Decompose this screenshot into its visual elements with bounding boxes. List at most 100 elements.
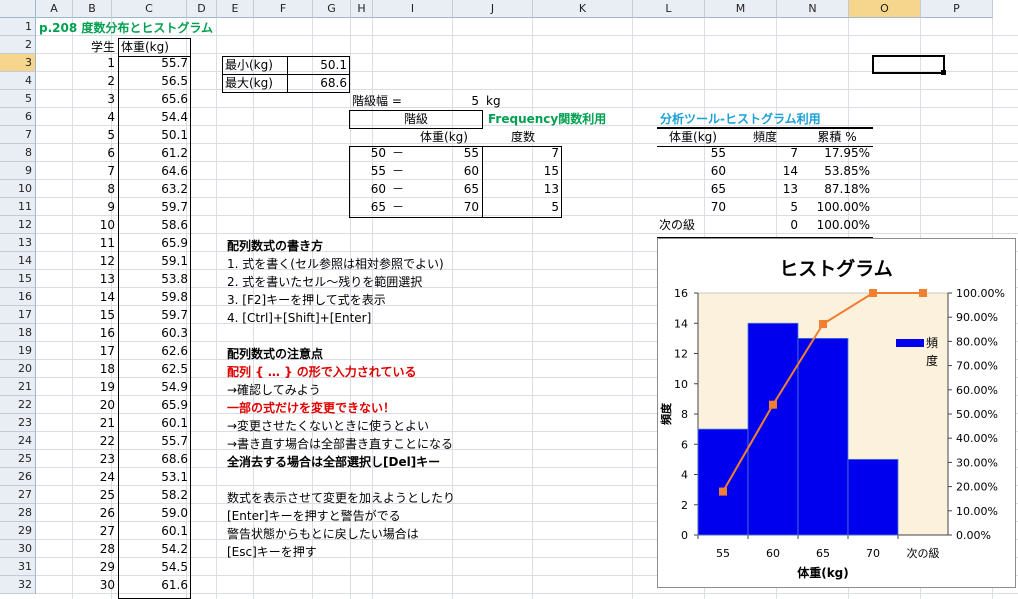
column-header-b[interactable]: B — [73, 0, 112, 18]
active-cell-o3[interactable] — [872, 55, 945, 74]
y2-tick-label: 80.00% — [956, 335, 998, 348]
row-header-27[interactable]: 27 — [0, 486, 36, 504]
row-header-13[interactable]: 13 — [0, 234, 36, 252]
caution-line-4: →変更させたくないときに使うとよい — [227, 419, 430, 433]
student-number: 2 — [107, 74, 115, 88]
row-header-29[interactable]: 29 — [0, 522, 36, 540]
row-header-25[interactable]: 25 — [0, 450, 36, 468]
column-header-j[interactable]: J — [453, 0, 533, 18]
student-number: 20 — [99, 398, 115, 412]
select-all-corner[interactable] — [0, 0, 36, 18]
histogram-bar — [747, 322, 799, 536]
histogram-chart[interactable]: ヒストグラム 0 2 4 6 8 10 12 14 16 0.00% 10.00% 20.00% 30.0… — [657, 238, 1016, 588]
column-header-g[interactable]: G — [313, 0, 351, 18]
student-weight: 56.5 — [161, 74, 188, 88]
cumulative-point — [769, 400, 777, 409]
y-tick-label: 8 — [681, 408, 688, 421]
row-header-6[interactable]: 6 — [0, 108, 36, 126]
student-weight: 55.7 — [161, 434, 188, 448]
row-header-1[interactable]: 1 — [0, 18, 36, 36]
column-header-k[interactable]: K — [533, 0, 633, 18]
column-header-l[interactable]: L — [633, 0, 705, 18]
row-header-8[interactable]: 8 — [0, 144, 36, 162]
student-number: 12 — [99, 254, 115, 268]
row-header-20[interactable]: 20 — [0, 360, 36, 378]
student-number: 3 — [107, 92, 115, 106]
caution-bold: 全消去する場合は全部選択し[Del]キー — [227, 455, 441, 469]
column-header-n[interactable]: N — [777, 0, 849, 18]
row-header-3[interactable]: 3 — [0, 54, 36, 72]
student-weight: 60.1 — [161, 416, 188, 430]
column-header-p[interactable]: P — [921, 0, 993, 18]
student-number: 25 — [99, 488, 115, 502]
row-header-32[interactable]: 32 — [0, 576, 36, 594]
y2-tick-label: 90.00% — [956, 311, 998, 324]
how-step-4: 4. [Ctrl]+[Shift]+[Enter] — [227, 311, 372, 325]
freq-count: 13 — [543, 182, 559, 196]
student-weight: 53.1 — [161, 470, 188, 484]
row-header-7[interactable]: 7 — [0, 126, 36, 144]
column-header-c[interactable]: C — [112, 0, 187, 18]
fill-handle[interactable] — [941, 70, 946, 75]
y-tick-label: 10 — [674, 378, 688, 391]
row-header-21[interactable]: 21 — [0, 378, 36, 396]
row-header-28[interactable]: 28 — [0, 504, 36, 522]
freq-count: 7 — [551, 146, 559, 160]
row-header-15[interactable]: 15 — [0, 270, 36, 288]
row-header-31[interactable]: 31 — [0, 558, 36, 576]
row-header-19[interactable]: 19 — [0, 342, 36, 360]
row-header-4[interactable]: 4 — [0, 72, 36, 90]
row-header-12[interactable]: 12 — [0, 216, 36, 234]
row-header-23[interactable]: 23 — [0, 414, 36, 432]
analysis-cell: 17.95% — [824, 146, 870, 160]
student-number: 6 — [107, 146, 115, 160]
student-weight: 54.9 — [161, 380, 188, 394]
row-header-11[interactable]: 11 — [0, 198, 36, 216]
caution-line-2: →確認してみよう — [227, 383, 321, 397]
row-header-9[interactable]: 9 — [0, 162, 36, 180]
y2-tick-label: 10.00% — [956, 505, 998, 518]
y2-tick-label: 50.00% — [956, 408, 998, 421]
tip-line-4: [Esc]キーを押す — [227, 545, 317, 559]
column-header-e[interactable]: E — [217, 0, 254, 18]
row-header-30[interactable]: 30 — [0, 540, 36, 558]
column-header-a[interactable]: A — [36, 0, 73, 18]
cumulative-point — [919, 289, 927, 297]
y2-tick-label: 30.00% — [956, 456, 998, 469]
student-weight: 54.5 — [161, 560, 188, 574]
row-header-14[interactable]: 14 — [0, 252, 36, 270]
row-header-16[interactable]: 16 — [0, 288, 36, 306]
student-weight: 64.6 — [161, 164, 188, 178]
analysis-cell: 5 — [790, 200, 798, 214]
chart-title: ヒストグラム — [779, 257, 892, 280]
student-weight: 63.2 — [161, 182, 188, 196]
grid-vline — [216, 18, 217, 599]
column-header-o[interactable]: O — [849, 0, 921, 18]
column-header-d[interactable]: D — [187, 0, 217, 18]
student-number: 8 — [107, 182, 115, 196]
row-header-2[interactable]: 2 — [0, 36, 36, 54]
max-label: 最大(kg) — [225, 76, 273, 90]
freq-upper: 55 — [463, 146, 479, 160]
column-header-f[interactable]: F — [254, 0, 313, 18]
row-header-24[interactable]: 24 — [0, 432, 36, 450]
y-tick-label: 0 — [681, 529, 688, 542]
student-weight: 61.2 — [161, 146, 188, 160]
student-weight: 59.0 — [161, 506, 188, 520]
x-tick-label: 65 — [816, 547, 830, 560]
row-header-18[interactable]: 18 — [0, 324, 36, 342]
column-header-h[interactable]: H — [351, 0, 373, 18]
row-header-22[interactable]: 22 — [0, 396, 36, 414]
student-number: 1 — [107, 56, 115, 70]
column-header-i[interactable]: I — [373, 0, 453, 18]
caution-red-1: 配列 { … } の形で入力されている — [227, 365, 417, 379]
row-header-26[interactable]: 26 — [0, 468, 36, 486]
column-header-m[interactable]: M — [705, 0, 777, 18]
freq-lower: 60 — [370, 182, 386, 196]
student-number: 19 — [99, 380, 115, 394]
y2-tick-label: 60.00% — [956, 384, 998, 397]
row-header-5[interactable]: 5 — [0, 90, 36, 108]
row-header-17[interactable]: 17 — [0, 306, 36, 324]
row-header-10[interactable]: 10 — [0, 180, 36, 198]
freq-upper: 65 — [463, 182, 479, 196]
